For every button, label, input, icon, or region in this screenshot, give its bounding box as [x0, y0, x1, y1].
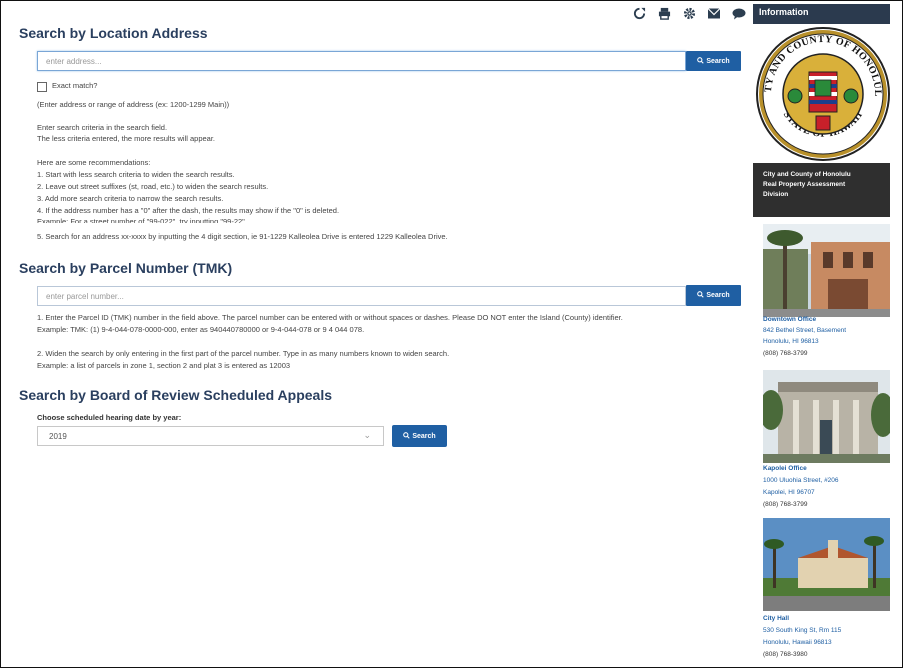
parcel-search-input[interactable]: enter parcel number...	[37, 286, 686, 306]
city-hall-address-2[interactable]: Honolulu, Hawaii 96813	[763, 639, 832, 646]
appeals-section-title: Search by Board of Review Scheduled Appe…	[19, 387, 333, 403]
address-search-button[interactable]: Search	[686, 51, 741, 71]
appeals-search-button-label: Search	[412, 432, 436, 440]
search-icon	[403, 431, 410, 441]
recommendation-item: 2. Leave out street suffixes (st, road, …	[37, 182, 269, 191]
parcel-section-title: Search by Parcel Number (TMK)	[19, 260, 233, 276]
recommendation-item: 5. Search for an address xx-xxxx by inpu…	[37, 232, 448, 241]
recommendation-item: 4. If the address number has a "0" after…	[37, 206, 340, 215]
downtown-office-photo	[763, 224, 890, 317]
city-hall-photo	[763, 518, 890, 611]
kapolei-office-address-2[interactable]: Kapolei, HI 96707	[763, 489, 815, 496]
sidebar-header: Information	[753, 4, 890, 24]
sidebar: Information CITY AND COUNTY OF HONOLULU …	[749, 0, 890, 668]
exact-match-checkbox[interactable]	[37, 82, 47, 92]
criteria-line-2: The less criteria entered, the more resu…	[37, 134, 215, 143]
hearing-year-select[interactable]: 2019 ⌄	[37, 426, 384, 446]
downtown-office-address-2[interactable]: Honolulu, HI 96813	[763, 338, 819, 345]
org-name-line-2: Real Property Assessment	[763, 181, 846, 188]
parcel-note-2a: 2. Widen the search by only entering in …	[37, 349, 450, 358]
city-hall-name[interactable]: City Hall	[763, 615, 789, 622]
appeals-search-button[interactable]: Search	[392, 425, 447, 447]
share-icon[interactable]	[632, 6, 646, 20]
downtown-office-phone: (808) 768-3799	[763, 350, 808, 357]
org-info-box: City and County of Honolulu Real Propert…	[753, 163, 890, 217]
email-icon[interactable]	[707, 6, 721, 20]
parcel-note-1a: 1. Enter the Parcel ID (TMK) number in t…	[37, 313, 623, 322]
exact-match-label: Exact match?	[52, 81, 98, 90]
criteria-line-1: Enter search criteria in the search fiel…	[37, 123, 168, 132]
recommendation-item: Example: For a street number of "99-022"…	[37, 217, 247, 223]
search-icon	[697, 56, 704, 66]
gear-icon[interactable]	[682, 6, 696, 20]
address-search-button-label: Search	[706, 57, 730, 65]
org-name-line-3: Division	[763, 191, 789, 198]
parcel-note-2b: Example: a list of parcels in zone 1, se…	[37, 361, 291, 370]
recommendations-heading: Here are some recommendations:	[37, 158, 151, 167]
toolbar	[632, 6, 746, 20]
hearing-date-label: Choose scheduled hearing date by year:	[37, 413, 182, 422]
downtown-office-name[interactable]: Downtown Office	[763, 316, 816, 323]
address-section-title: Search by Location Address	[19, 25, 208, 41]
kapolei-office-phone: (808) 768-3799	[763, 501, 808, 508]
org-name-line-1: City and County of Honolulu	[763, 171, 851, 178]
city-hall-phone: (808) 768-3980	[763, 651, 808, 658]
address-search-input[interactable]: enter address...	[37, 51, 686, 71]
recommendation-item: 3. Add more search criteria to narrow th…	[37, 194, 224, 203]
parcel-search-button[interactable]: Search	[686, 285, 741, 306]
kapolei-office-photo	[763, 370, 890, 463]
main-content: Search by Location Address enter address…	[12, 0, 747, 668]
recommendation-item: 1. Start with less search criteria to wi…	[37, 170, 235, 179]
parcel-search-button-label: Search	[706, 292, 730, 299]
city-hall-address-1[interactable]: 530 South King St, Rm 115	[763, 627, 841, 634]
chevron-down-icon: ⌄	[363, 430, 371, 440]
kapolei-office-name[interactable]: Kapolei Office	[763, 465, 807, 472]
hearing-year-value: 2019	[49, 432, 67, 441]
print-icon[interactable]	[657, 6, 671, 20]
search-icon	[697, 291, 704, 300]
downtown-office-address-1[interactable]: 842 Bethel Street, Basement	[763, 327, 846, 334]
kapolei-office-address-1[interactable]: 1000 Uluohia Street, #206	[763, 477, 839, 484]
address-hint: (Enter address or range of address (ex: …	[37, 100, 230, 109]
parcel-note-1b: Example: TMK: (1) 9-4-044-078-0000-000, …	[37, 325, 365, 334]
city-seal: CITY AND COUNTY OF HONOLULU STATE OF HAW…	[749, 16, 890, 164]
chat-icon[interactable]	[732, 6, 746, 20]
